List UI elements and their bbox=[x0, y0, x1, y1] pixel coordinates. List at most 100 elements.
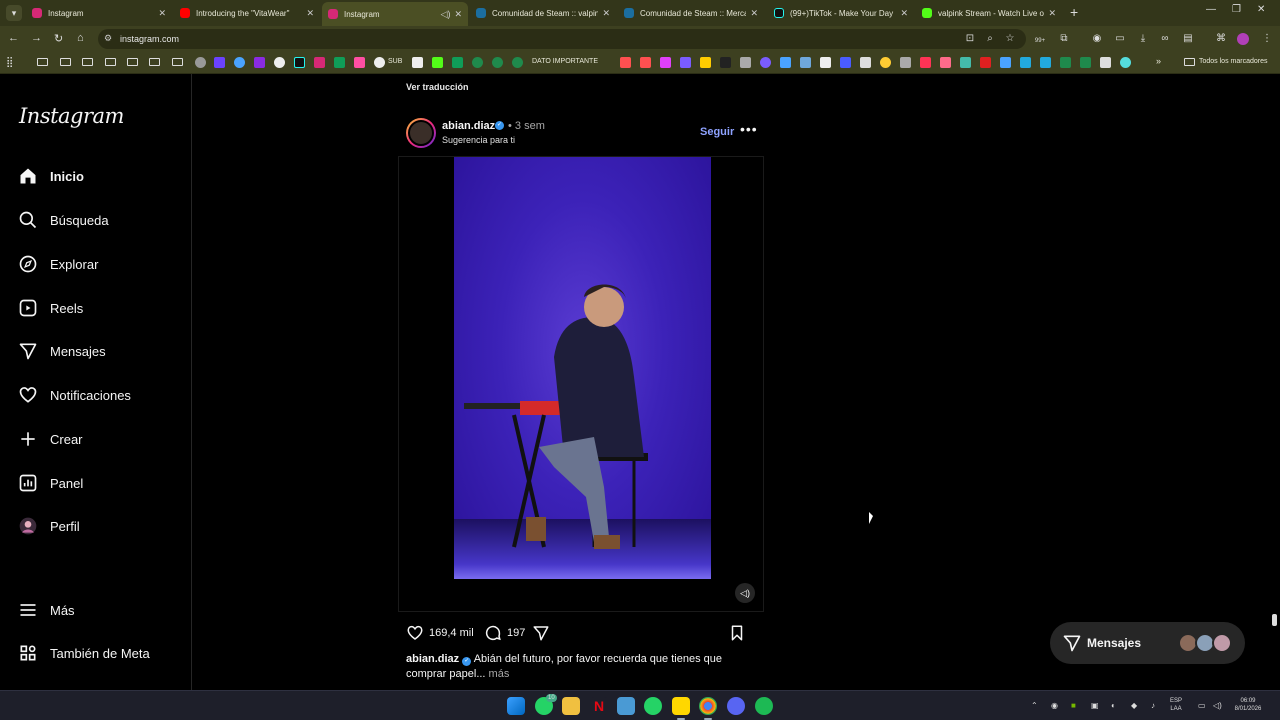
nav-explorar[interactable]: Explorar bbox=[18, 250, 98, 278]
all-bookmarks[interactable]: Todos los marcadores bbox=[1199, 58, 1267, 65]
netflix-icon[interactable]: N bbox=[590, 697, 608, 715]
close-tab-icon[interactable]: ✕ bbox=[750, 8, 758, 19]
bookmark-folder-icon[interactable] bbox=[172, 58, 183, 66]
download-icon[interactable]: ⤓ bbox=[1137, 33, 1149, 45]
microphone-icon[interactable]: ♪ bbox=[1151, 701, 1155, 710]
more-options-icon[interactable]: ••• bbox=[740, 121, 758, 137]
bookmark-icon[interactable] bbox=[354, 57, 365, 68]
bookmark-folder-icon[interactable] bbox=[127, 58, 138, 66]
nav-perfil[interactable]: Perfil bbox=[18, 512, 80, 540]
bookmark-icon[interactable] bbox=[1080, 57, 1091, 68]
tray-app-icon[interactable]: ▣ bbox=[1091, 701, 1099, 710]
nav-mas[interactable]: Más bbox=[18, 596, 75, 624]
home-browser-icon[interactable]: ⌂ bbox=[77, 32, 84, 44]
bookmark-icon[interactable] bbox=[214, 57, 225, 68]
post-video[interactable]: ◁) bbox=[398, 156, 764, 612]
bookmark-icon[interactable] bbox=[1000, 57, 1011, 68]
wallet-icon[interactable]: ▭ bbox=[1114, 33, 1126, 45]
bookmark-icon[interactable] bbox=[880, 57, 891, 68]
bookmark-folder-icon[interactable] bbox=[149, 58, 160, 66]
bookmark-icon[interactable] bbox=[452, 57, 463, 68]
bookmark-icon[interactable] bbox=[960, 57, 971, 68]
instagram-bookmark-icon[interactable] bbox=[314, 57, 325, 68]
nav-mensajes[interactable]: Mensajes bbox=[18, 337, 106, 365]
caption-more-link[interactable]: más bbox=[489, 668, 510, 680]
bookmark-folder-icon[interactable] bbox=[105, 58, 116, 66]
bookmark-icon[interactable] bbox=[1040, 57, 1051, 68]
steam-bookmark-icon[interactable] bbox=[1100, 57, 1111, 68]
nav-reels[interactable]: Reels bbox=[18, 294, 83, 322]
browser-tab[interactable]: Comunidad de Steam :: Mercado ✕ bbox=[618, 3, 764, 23]
bookmark-icon[interactable] bbox=[195, 57, 206, 68]
bookmark-icon[interactable] bbox=[680, 57, 691, 68]
bookmark-dato-importante[interactable]: DATO IMPORTANTE bbox=[532, 58, 598, 65]
close-window-icon[interactable]: ✕ bbox=[1257, 4, 1265, 15]
apps-grid-icon[interactable]: ⣿ bbox=[6, 57, 17, 68]
bookmark-icon[interactable] bbox=[620, 57, 631, 68]
browser-tab[interactable]: (99+)TikTok - Make Your Day ✕ bbox=[768, 3, 914, 23]
nav-inicio[interactable]: Inicio bbox=[18, 162, 84, 190]
tiktok-bookmark-icon[interactable] bbox=[294, 57, 305, 68]
bookmark-icon[interactable] bbox=[820, 57, 831, 68]
post-author-avatar[interactable] bbox=[406, 118, 436, 148]
bookmark-icon[interactable] bbox=[412, 57, 423, 68]
video-frame[interactable] bbox=[454, 157, 711, 579]
bookmark-icon[interactable] bbox=[472, 57, 483, 68]
bookmark-icon[interactable] bbox=[640, 57, 651, 68]
bookmark-icon[interactable] bbox=[900, 57, 911, 68]
bookmark-star-icon[interactable]: ☆ bbox=[1004, 33, 1016, 45]
scrollbar[interactable] bbox=[1272, 614, 1277, 626]
see-translation-link[interactable]: Ver traducción bbox=[406, 82, 469, 92]
bookmark-folder-icon[interactable] bbox=[60, 58, 71, 66]
nav-panel[interactable]: Panel bbox=[18, 469, 83, 497]
speaker-icon[interactable]: ◁) bbox=[441, 9, 451, 20]
nav-busqueda[interactable]: Búsqueda bbox=[18, 206, 109, 234]
clock[interactable]: 06:09 8/01/2026 bbox=[1230, 697, 1266, 713]
bookmark-icon[interactable] bbox=[800, 57, 811, 68]
comment-button[interactable]: 197 bbox=[484, 624, 525, 642]
bookmark-icon[interactable] bbox=[234, 57, 245, 68]
volume-tray-icon[interactable]: ◁) bbox=[1213, 701, 1222, 710]
sticky-notes-icon[interactable] bbox=[672, 697, 690, 715]
nav-notificaciones[interactable]: Notificaciones bbox=[18, 381, 131, 409]
bookmark-icon[interactable] bbox=[840, 57, 851, 68]
caption-username[interactable]: abian.diaz bbox=[406, 653, 459, 665]
browser-tab[interactable]: Instagram ✕ bbox=[26, 3, 172, 23]
bookmark-icon[interactable] bbox=[274, 57, 285, 68]
omnibox[interactable]: ⚙ instagram.com ⊡ ⌕ ☆ bbox=[98, 29, 1026, 49]
bookmark-icon[interactable] bbox=[720, 57, 731, 68]
bookmark-icon[interactable] bbox=[980, 57, 991, 68]
discord-tray-icon[interactable]: ◐ bbox=[1111, 701, 1116, 710]
bookmark-icon[interactable] bbox=[1020, 57, 1031, 68]
site-info-icon[interactable]: ⚙ bbox=[104, 33, 112, 44]
incognito-icon[interactable]: ◉ bbox=[1091, 33, 1103, 45]
whatsapp-icon[interactable] bbox=[644, 697, 662, 715]
close-tab-icon[interactable]: ✕ bbox=[900, 8, 908, 19]
url-text[interactable]: instagram.com bbox=[120, 34, 179, 44]
like-button[interactable]: 169,4 mil bbox=[406, 624, 474, 642]
menu-dots-icon[interactable]: ⋮ bbox=[1261, 33, 1273, 45]
back-icon[interactable]: ← bbox=[8, 32, 19, 44]
bookmark-icon[interactable] bbox=[334, 57, 345, 68]
bookmark-icon[interactable] bbox=[374, 57, 385, 68]
bookmark-icon[interactable] bbox=[660, 57, 671, 68]
profile-avatar[interactable] bbox=[1237, 33, 1249, 45]
bookmark-folder-icon[interactable] bbox=[82, 58, 93, 66]
extensions-icon[interactable]: ⧉ bbox=[1058, 33, 1070, 45]
bookmark-sub[interactable]: SUB bbox=[388, 58, 402, 65]
bookmark-icon[interactable] bbox=[940, 57, 951, 68]
tray-app-icon[interactable]: ◆ bbox=[1131, 701, 1137, 710]
nvidia-tray-icon[interactable]: ■ bbox=[1071, 701, 1076, 710]
extension-badge[interactable]: 99+ bbox=[1034, 35, 1046, 47]
bookmark-icon[interactable] bbox=[700, 57, 711, 68]
follow-button[interactable]: Seguir bbox=[700, 126, 734, 138]
tab-search-button[interactable]: ▾ bbox=[6, 5, 22, 21]
bookmark-icon[interactable] bbox=[920, 57, 931, 68]
cast-icon[interactable]: ⌘ bbox=[1215, 33, 1227, 45]
browser-tab-active[interactable]: Instagram ◁) ✕ bbox=[322, 2, 468, 26]
bookmark-icon[interactable] bbox=[860, 57, 871, 68]
restore-icon[interactable]: ❐ bbox=[1232, 4, 1241, 15]
close-tab-icon[interactable]: ✕ bbox=[1048, 8, 1056, 19]
bookmark-icon[interactable] bbox=[1120, 57, 1131, 68]
post-time[interactable]: • 3 sem bbox=[508, 120, 545, 132]
